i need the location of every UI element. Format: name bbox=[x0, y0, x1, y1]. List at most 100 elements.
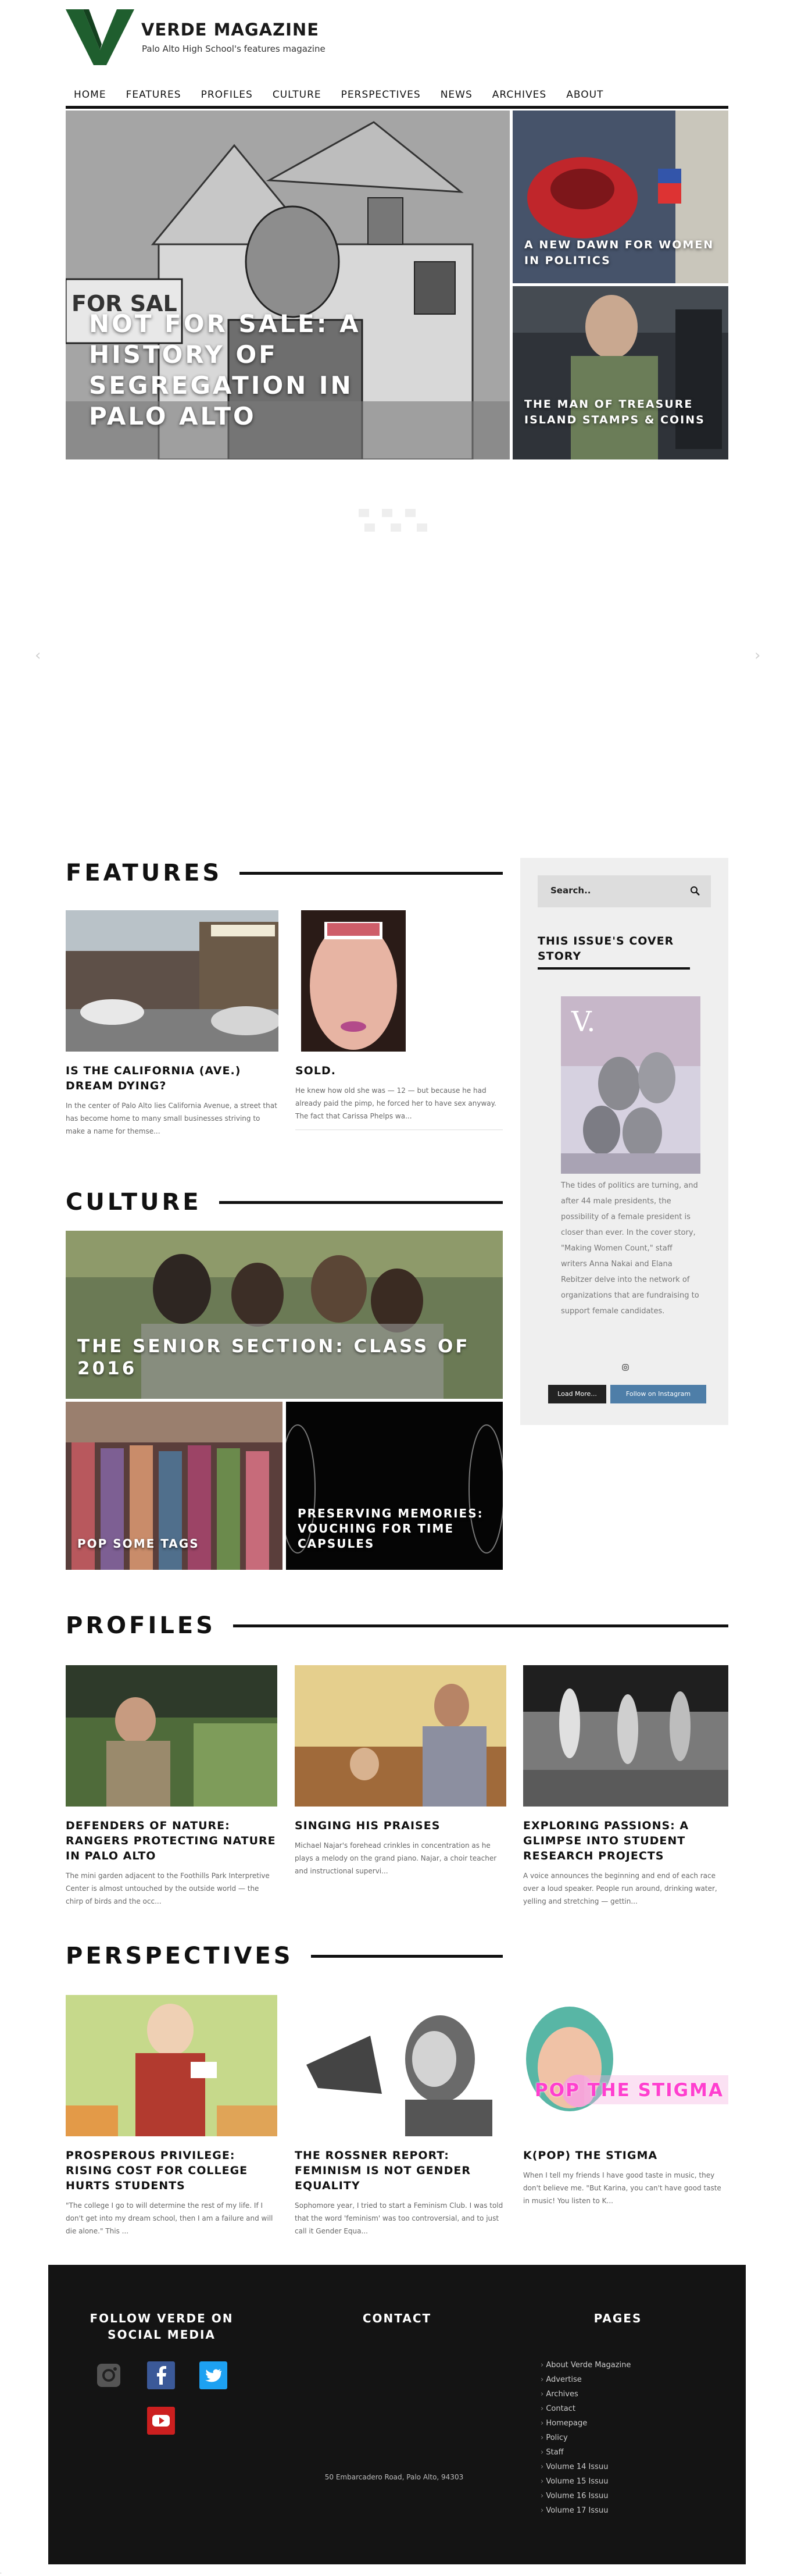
site-footer: FOLLOW VERDE ON SOCIAL MEDIA CONTACT PAG… bbox=[48, 2265, 746, 2564]
perspectives-rule bbox=[310, 1954, 503, 1958]
hero-side-story-2[interactable]: THE MAN OF TREASURE ISLAND STAMPS & COIN… bbox=[513, 286, 728, 459]
perspective-card-3-image[interactable]: POP THE STIGMA bbox=[523, 1995, 728, 2136]
features-heading: FEATURES bbox=[66, 860, 503, 886]
nav-profiles[interactable]: PROFILES bbox=[201, 85, 253, 105]
culture-heading: CULTURE bbox=[66, 1189, 503, 1216]
perspective-card-1-image[interactable] bbox=[66, 1995, 277, 2136]
perspective-card-3[interactable]: POP THE STIGMA K(POP) THE STIGMA When I … bbox=[523, 1995, 728, 2207]
perspective-card-3-title[interactable]: K(POP) THE STIGMA bbox=[523, 2148, 728, 2163]
carousel-next-arrow[interactable]: › bbox=[754, 647, 760, 664]
instagram-icon[interactable] bbox=[95, 2361, 123, 2389]
feature-card-2-title[interactable]: SOLD. bbox=[295, 1063, 503, 1078]
profile-card-2-title[interactable]: SINGING HIS PRAISES bbox=[295, 1818, 506, 1833]
profile-card-1-image[interactable] bbox=[66, 1665, 277, 1807]
perspective-card-1[interactable]: PROSPEROUS PRIVILEGE: RISING COST FOR CO… bbox=[66, 1995, 277, 2237]
profile-card-3-title[interactable]: EXPLORING PASSIONS: A GLIMPSE INTO STUDE… bbox=[523, 1818, 728, 1864]
follow-instagram-button[interactable]: Follow on Instagram bbox=[610, 1385, 706, 1403]
perspectives-title[interactable]: PERSPECTIVES bbox=[66, 1943, 294, 1969]
twitter-icon[interactable] bbox=[199, 2361, 227, 2389]
culture-sub2-title[interactable]: PRESERVING MEMORIES: VOUCHING FOR TIME C… bbox=[298, 1506, 489, 1551]
nav-culture[interactable]: CULTURE bbox=[273, 85, 321, 105]
profile-card-1-excerpt: The mini garden adjacent to the Foothill… bbox=[66, 1872, 270, 1905]
footer-pages-list: About Verde Magazine Advertise Archives … bbox=[541, 2358, 631, 2518]
perspective-card-3-image-text: POP THE STIGMA bbox=[535, 2080, 724, 2101]
footer-link-volume-17[interactable]: Volume 17 Issuu bbox=[541, 2503, 631, 2518]
perspective-card-2-excerpt: Sophomore year, I tried to start a Femin… bbox=[295, 2201, 503, 2235]
profiles-rule bbox=[233, 1624, 728, 1627]
profile-card-3-image[interactable] bbox=[523, 1665, 728, 1807]
footer-link-homepage[interactable]: Homepage bbox=[541, 2416, 631, 2431]
profile-card-3-excerpt: A voice announces the beginning and end … bbox=[523, 1872, 717, 1905]
nav-home[interactable]: HOME bbox=[74, 85, 106, 105]
footer-link-volume-16[interactable]: Volume 16 Issuu bbox=[541, 2489, 631, 2503]
footer-link-volume-14[interactable]: Volume 14 Issuu bbox=[541, 2460, 631, 2474]
nav-archives[interactable]: ARCHIVES bbox=[492, 85, 546, 105]
hero-side1-title[interactable]: A NEW DAWN FOR WOMEN IN POLITICS bbox=[524, 237, 716, 269]
profile-card-2-image[interactable] bbox=[295, 1665, 506, 1807]
footer-link-staff[interactable]: Staff bbox=[541, 2445, 631, 2460]
footer-contact-heading: CONTACT bbox=[362, 2311, 432, 2325]
hero-side-story-1[interactable]: A NEW DAWN FOR WOMEN IN POLITICS bbox=[513, 111, 728, 283]
verde-logo-icon[interactable] bbox=[66, 9, 134, 65]
profile-card-2[interactable]: SINGING HIS PRAISES Michael Najar's fore… bbox=[295, 1665, 506, 1877]
feature-card-2-image[interactable] bbox=[295, 910, 503, 1052]
culture-sub-story-1[interactable]: POP SOME TAGS bbox=[66, 1402, 282, 1570]
footer-pages-heading: PAGES bbox=[593, 2311, 642, 2325]
footer-link-advertise[interactable]: Advertise bbox=[541, 2372, 631, 2387]
sidebar: Search.. THIS ISSUE'S COVER STORY V. The… bbox=[520, 858, 728, 1425]
feature-card-1[interactable]: IS THE CALIFORNIA (AVE.) DREAM DYING? In… bbox=[66, 910, 278, 1138]
nav-about[interactable]: ABOUT bbox=[566, 85, 603, 105]
carousel-area: ‹ › bbox=[0, 471, 794, 832]
culture-rule bbox=[219, 1200, 503, 1204]
hero-main-title[interactable]: NOT FOR SALE: A HISTORY OF SEGREGATION I… bbox=[89, 308, 414, 432]
feature-card-1-excerpt: In the center of Palo Alto lies Californ… bbox=[66, 1102, 277, 1135]
main-nav: HOME FEATURES PROFILES CULTURE PERSPECTI… bbox=[66, 85, 728, 105]
nav-news[interactable]: NEWS bbox=[441, 85, 473, 105]
search-input[interactable]: Search.. bbox=[550, 885, 591, 896]
brand-title[interactable]: VERDE MAGAZINE bbox=[141, 20, 319, 40]
cover-story-text: The tides of politics are turning, and a… bbox=[561, 1181, 699, 1316]
hero-main-story[interactable]: FOR SAL NOT FOR SALE: A HISTORY OF SEGRE… bbox=[66, 111, 510, 459]
culture-sub1-title[interactable]: POP SOME TAGS bbox=[77, 1536, 269, 1551]
carousel-prev-arrow[interactable]: ‹ bbox=[35, 647, 41, 664]
culture-main-title[interactable]: THE SENIOR SECTION: CLASS OF 2016 bbox=[77, 1335, 503, 1380]
footer-link-volume-15[interactable]: Volume 15 Issuu bbox=[541, 2474, 631, 2489]
profile-card-1[interactable]: DEFENDERS OF NATURE: RANGERS PROTECTING … bbox=[66, 1665, 277, 1908]
culture-main-story[interactable]: THE SENIOR SECTION: CLASS OF 2016 bbox=[66, 1231, 503, 1399]
brand-subtitle: Palo Alto High School's features magazin… bbox=[142, 44, 326, 54]
search-box[interactable]: Search.. bbox=[538, 875, 711, 907]
perspectives-heading: PERSPECTIVES bbox=[66, 1943, 503, 1969]
perspective-card-1-title[interactable]: PROSPEROUS PRIVILEGE: RISING COST FOR CO… bbox=[66, 2148, 277, 2193]
feature-card-1-title[interactable]: IS THE CALIFORNIA (AVE.) DREAM DYING? bbox=[66, 1063, 278, 1093]
perspective-card-2-title[interactable]: THE ROSSNER REPORT: FEMINISM IS NOT GEND… bbox=[295, 2148, 506, 2193]
perspective-card-1-excerpt: "The college I go to will determine the … bbox=[66, 2201, 273, 2235]
site-header: VERDE MAGAZINE Palo Alto High School's f… bbox=[66, 9, 728, 67]
profiles-title[interactable]: PROFILES bbox=[66, 1612, 216, 1639]
hero-side2-image bbox=[513, 286, 728, 459]
profile-card-2-excerpt: Michael Najar's forehead crinkles in con… bbox=[295, 1841, 497, 1875]
nav-divider bbox=[66, 106, 728, 109]
culture-sub-story-2[interactable]: PRESERVING MEMORIES: VOUCHING FOR TIME C… bbox=[286, 1402, 503, 1570]
feature-card-1-image[interactable] bbox=[66, 910, 278, 1052]
features-title[interactable]: FEATURES bbox=[66, 860, 222, 886]
footer-link-contact[interactable]: Contact bbox=[541, 2402, 631, 2416]
footer-link-policy[interactable]: Policy bbox=[541, 2431, 631, 2445]
hero-side2-title[interactable]: THE MAN OF TREASURE ISLAND STAMPS & COIN… bbox=[524, 397, 716, 428]
nav-features[interactable]: FEATURES bbox=[126, 85, 181, 105]
footer-link-about[interactable]: About Verde Magazine bbox=[541, 2358, 631, 2372]
feature-card-2[interactable]: SOLD. He knew how old she was — 12 — but… bbox=[295, 910, 503, 1130]
youtube-icon[interactable] bbox=[147, 2407, 175, 2435]
culture-title[interactable]: CULTURE bbox=[66, 1189, 202, 1216]
facebook-icon[interactable] bbox=[147, 2361, 175, 2389]
profile-card-3[interactable]: EXPLORING PASSIONS: A GLIMPSE INTO STUDE… bbox=[523, 1665, 728, 1908]
perspective-card-3-excerpt: When I tell my friends I have good taste… bbox=[523, 2171, 721, 2205]
search-icon[interactable] bbox=[690, 886, 700, 896]
profile-card-1-title[interactable]: DEFENDERS OF NATURE: RANGERS PROTECTING … bbox=[66, 1818, 277, 1864]
perspective-card-2-image[interactable] bbox=[295, 1995, 506, 2136]
footer-link-archives[interactable]: Archives bbox=[541, 2387, 631, 2402]
carousel-placeholder-icon bbox=[359, 509, 427, 532]
load-more-button[interactable]: Load More... bbox=[548, 1385, 606, 1403]
cover-story-image[interactable]: V. bbox=[561, 996, 700, 1174]
nav-perspectives[interactable]: PERSPECTIVES bbox=[341, 85, 421, 105]
perspective-card-2[interactable]: THE ROSSNER REPORT: FEMINISM IS NOT GEND… bbox=[295, 1995, 506, 2237]
